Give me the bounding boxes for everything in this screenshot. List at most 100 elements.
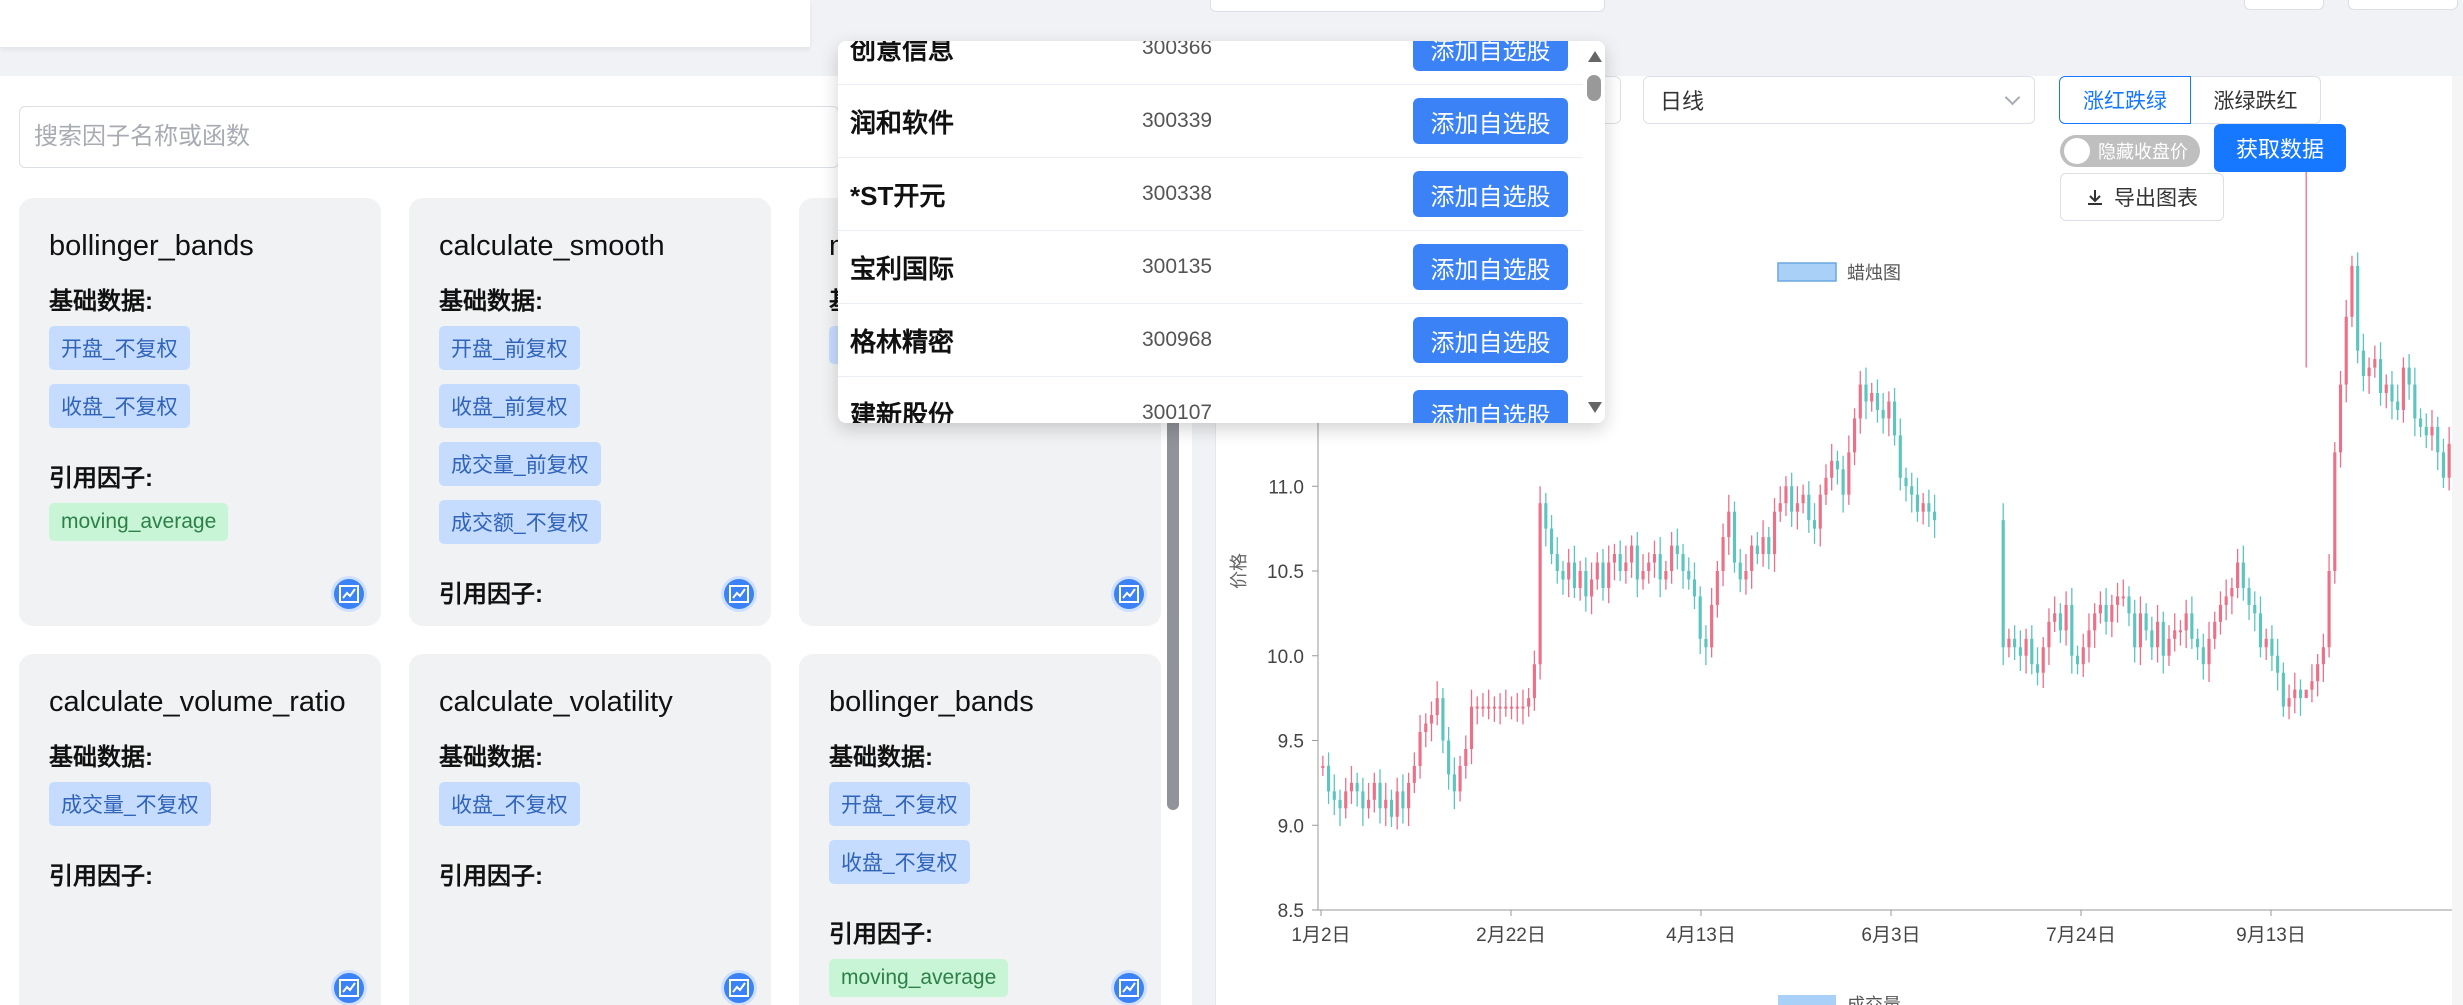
factor-card[interactable]: calculate_smooth 基础数据: 开盘_前复权 收盘_前复权 成交量… (409, 198, 771, 626)
color-mode-toggle: 涨红跌绿 涨绿跌红 (2059, 76, 2321, 124)
candle-body (1401, 791, 1405, 809)
factor-card[interactable]: calculate_volatility 基础数据: 收盘_不复权 引用因子: (409, 654, 771, 1005)
candle-body (2327, 571, 2331, 648)
candle-body (1790, 486, 1794, 512)
candle-body (1607, 562, 1611, 588)
chart-icon[interactable] (331, 970, 367, 1005)
candle-body (1818, 494, 1822, 529)
candle-body (1447, 740, 1451, 775)
scroll-down-icon[interactable] (1588, 402, 1602, 413)
candle-body (1910, 486, 1914, 495)
candle-body (1647, 562, 1651, 571)
export-chart-button[interactable]: 导出图表 (2060, 173, 2224, 221)
stock-name: 格林精密 (850, 326, 955, 357)
fetch-data-button[interactable]: 获取数据 (2214, 124, 2346, 172)
candle-body (1692, 579, 1697, 597)
candle-body (2418, 418, 2423, 427)
candle-body (2024, 638, 2028, 656)
y-tick-label: 10.5 (1267, 562, 1304, 583)
color-mode-red-up-button[interactable]: 涨红跌绿 (2059, 76, 2191, 124)
top-input[interactable] (1210, 0, 1605, 12)
chart-icon[interactable] (721, 970, 757, 1005)
chart-panel-scrollbar[interactable] (2452, 76, 2463, 1005)
stock-result-row[interactable]: 润和软件 300339 添加自选股 (838, 85, 1583, 158)
factor-title: calculate_volatility (439, 686, 673, 718)
top-button[interactable] (2348, 0, 2458, 10)
factor-card[interactable]: calculate_volume_ratio 基础数据: 成交量_不复权 引用因… (19, 654, 381, 1005)
add-watchlist-button[interactable]: 添加自选股 (1413, 390, 1568, 423)
candle-body (2316, 664, 2320, 682)
base-data-tag: 开盘_不复权 (829, 782, 970, 826)
candle-body (1704, 638, 1708, 648)
hide-close-switch[interactable]: 隐藏收盘价 (2060, 135, 2200, 167)
candle-body (2413, 384, 2417, 419)
stock-result-row[interactable]: 宝利国际 300135 添加自选股 (838, 231, 1583, 304)
base-data-tag: 开盘_不复权 (49, 326, 190, 370)
y-tick-label: 8.5 (1278, 901, 1304, 922)
add-watchlist-button[interactable]: 添加自选股 (1413, 41, 1568, 71)
candle-body (2384, 384, 2388, 394)
candle-body (1481, 706, 1485, 709)
candle-body (2247, 587, 2251, 605)
candle-body (1498, 706, 1502, 709)
factor-search-box[interactable] (19, 106, 839, 168)
candle-body (2018, 647, 2022, 656)
candle-body (2098, 604, 2102, 614)
y-axis-label: 价格 (1229, 553, 1249, 589)
period-select[interactable]: 日线 (1643, 76, 2035, 124)
candle-body (1893, 401, 1897, 436)
candle-body (1395, 791, 1399, 817)
candle-body (1475, 706, 1479, 709)
color-mode-green-up-button[interactable]: 涨绿跌红 (2191, 76, 2321, 124)
base-data-tag: 成交额_不复权 (439, 500, 601, 544)
x-tick-label: 1月2日 (1291, 925, 1350, 946)
y-tick-label: 9.5 (1278, 732, 1304, 753)
candle-body (2127, 596, 2131, 614)
chart-icon[interactable] (1111, 970, 1147, 1005)
candle-body (2058, 613, 2062, 631)
chart-icon[interactable] (721, 576, 757, 612)
top-button[interactable] (2244, 0, 2324, 10)
top-panel (0, 0, 810, 48)
candle-body (1567, 562, 1571, 580)
dropdown-scroll-thumb[interactable] (1587, 75, 1601, 101)
dropdown-scrollbar[interactable] (1583, 41, 1605, 423)
stock-name: 宝利国际 (850, 253, 955, 284)
add-watchlist-button[interactable]: 添加自选股 (1413, 171, 1568, 217)
stock-result-row[interactable]: 格林精密 300968 添加自选股 (838, 304, 1583, 377)
candle-body (1458, 765, 1462, 792)
factor-card[interactable]: bollinger_bands 基础数据: 开盘_不复权 收盘_不复权 引用因子… (19, 198, 381, 626)
add-watchlist-button[interactable]: 添加自选股 (1413, 98, 1568, 144)
candle-body (1755, 545, 1759, 555)
candle-body (2030, 638, 2034, 665)
candle-body (2218, 604, 2223, 622)
stock-result-row[interactable]: 创意信息 300366 添加自选股 (838, 41, 1583, 85)
candle-body (2178, 630, 2183, 633)
candle-body (2173, 630, 2177, 639)
candle-body (1378, 782, 1382, 809)
candle-body (2196, 638, 2200, 648)
factor-card[interactable]: bollinger_bands 基础数据: 开盘_不复权 收盘_不复权 引用因子… (799, 654, 1161, 1005)
legend-swatch (1777, 262, 1837, 282)
candle-body (2407, 367, 2411, 385)
candle-body (1589, 579, 1594, 597)
candle-body (1544, 503, 1548, 529)
scroll-up-icon[interactable] (1588, 51, 1602, 62)
candle-body (1389, 799, 1394, 817)
candle-body (1429, 715, 1434, 724)
stock-result-row[interactable]: 建新股份 300107 添加自选股 (838, 377, 1583, 423)
candle-body (1858, 384, 1862, 419)
chart-icon[interactable] (1111, 576, 1147, 612)
chart-icon[interactable] (331, 576, 367, 612)
candle-body (1915, 494, 1920, 512)
stock-result-row[interactable]: *ST开元 300338 添加自选股 (838, 158, 1583, 231)
add-watchlist-button[interactable]: 添加自选股 (1413, 317, 1568, 363)
factor-search-input[interactable] (20, 107, 838, 167)
x-tick-label: 9月13日 (2236, 925, 2306, 946)
candle-body (1630, 545, 1634, 563)
candle-body (1772, 511, 1777, 555)
candle-body (2424, 426, 2428, 436)
candle-body (2441, 452, 2445, 478)
candle-body (1572, 562, 1576, 588)
add-watchlist-button[interactable]: 添加自选股 (1413, 244, 1568, 290)
